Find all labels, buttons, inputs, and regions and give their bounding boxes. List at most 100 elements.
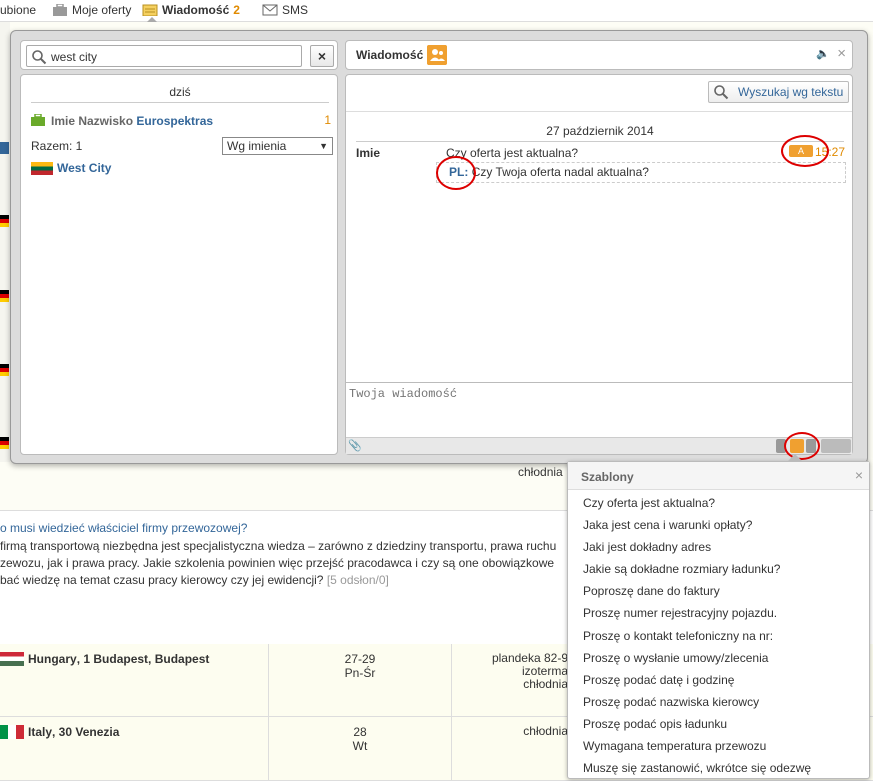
offer-country: Hungary xyxy=(28,652,77,666)
contact-item[interactable]: Imie Nazwisko Eurospektras 1 xyxy=(31,113,331,129)
template-item[interactable]: Muszę się zastanowić, wkrótce się odezwę xyxy=(568,757,869,779)
template-item[interactable]: Proszę numer rejestracyjny pojazdu. xyxy=(568,602,869,624)
tab-messages[interactable]: Wiadomość 2 xyxy=(142,3,240,17)
template-item[interactable]: Wymagana temperatura przewozu xyxy=(568,735,869,757)
flag-lt-icon xyxy=(31,161,53,175)
template-item[interactable]: Jaki jest dokładny adres xyxy=(568,536,869,558)
flag-hu-icon xyxy=(0,652,24,666)
tab-sms[interactable]: SMS xyxy=(262,3,308,17)
offer-weekdays: Wt xyxy=(352,739,368,753)
column-divider xyxy=(451,717,452,780)
template-item[interactable]: Jaka jest cena i warunki opłaty? xyxy=(568,514,869,536)
offer-date: 28 Wt xyxy=(330,725,390,753)
news-text: zewozu, jak i prawa pracy. Jakie szkolen… xyxy=(0,556,555,570)
news-text: firmą transportową niezbędna jest specja… xyxy=(0,539,557,553)
template-item[interactable]: Jakie są dokładne rozmiary ładunku? xyxy=(568,558,869,580)
people-icon[interactable] xyxy=(427,45,447,65)
offer-date: 27-29 Pn-Śr xyxy=(330,652,390,680)
offer-place: Italy , 30 Venezia xyxy=(0,725,119,739)
close-chat-button[interactable]: × xyxy=(837,45,846,62)
compose-area[interactable] xyxy=(346,382,852,438)
tab-favourites[interactable]: ubione xyxy=(0,3,36,17)
tab-label: Moje oferty xyxy=(72,3,132,17)
offer-city: , 1 Budapest, Budapest xyxy=(76,652,210,666)
highlight-circle xyxy=(436,156,476,190)
contact-person: Imie Nazwisko xyxy=(51,114,134,128)
news-text-end: bać wiedzę na temat czasu pracy kierowcy… xyxy=(0,573,324,587)
total-count: Razem: 1 xyxy=(31,139,83,153)
search-icon xyxy=(714,85,729,100)
day-separator: dziś xyxy=(31,85,329,103)
sort-select[interactable]: Wg imienia ▼ xyxy=(222,137,333,155)
message-sender: Imie xyxy=(356,146,381,160)
unread-count: 1 xyxy=(324,113,331,127)
template-item[interactable]: Proszę o kontakt telefoniczny na nr: xyxy=(568,625,869,647)
templates-title: Szablony xyxy=(581,470,634,484)
template-item[interactable]: Proszę podać opis ładunku xyxy=(568,713,869,735)
template-item[interactable]: Proszę podać nazwiska kierowcy xyxy=(568,691,869,713)
dropdown-arrow-icon: ▼ xyxy=(319,141,328,151)
company-item[interactable]: West City xyxy=(31,161,111,175)
translation-box: PL: Czy Twoja oferta nadal aktualna? xyxy=(436,162,846,183)
truck-type: chłodnia xyxy=(523,677,568,691)
message-history: 27 październik 2014 Imie Czy oferta jest… xyxy=(346,111,852,381)
contact-name: Imie Nazwisko Eurospektras xyxy=(51,114,213,128)
contact-search-bar: × xyxy=(20,40,338,70)
flag-de-icon xyxy=(0,437,9,449)
messages-window: × dziś Imie Nazwisko Eurospektras 1 Raze… xyxy=(10,30,868,464)
highlight-circle xyxy=(781,135,829,167)
compose-toolbar: 📎 xyxy=(346,432,852,460)
contact-company: Eurospektras xyxy=(136,114,214,128)
offer-country: Italy xyxy=(28,725,53,739)
offer-date-range: 28 xyxy=(353,725,367,739)
offer-truck: chłodnia xyxy=(478,725,568,738)
template-item[interactable]: Proszę podać datę i godzinę xyxy=(568,669,869,691)
template-item[interactable]: Czy oferta jest aktualna? xyxy=(568,492,869,514)
background-left-column xyxy=(0,22,10,462)
column-divider xyxy=(268,717,269,780)
templates-header: Szablony × xyxy=(568,462,869,490)
news-text: bać wiedzę na temat czasu pracy kierowcy… xyxy=(0,573,389,587)
clear-search-button[interactable]: × xyxy=(310,45,334,67)
briefcase-icon xyxy=(53,4,67,16)
offer-city: , 30 Venezia xyxy=(52,725,120,739)
close-templates-button[interactable]: × xyxy=(855,467,863,483)
flag-icon xyxy=(0,142,9,154)
sound-icon[interactable]: 🔈 xyxy=(816,47,830,60)
unread-count-badge: 2 xyxy=(233,3,240,17)
flag-de-icon xyxy=(0,364,9,376)
search-icon xyxy=(32,50,47,65)
tab-my-offers[interactable]: Moje oferty xyxy=(52,3,131,17)
offer-place: Hungary , 1 Budapest, Budapest xyxy=(0,652,209,666)
chat-title: Wiadomość xyxy=(356,48,424,62)
offer-weekdays: Pn-Śr xyxy=(344,666,376,680)
send-button[interactable] xyxy=(821,439,851,453)
briefcase-icon xyxy=(31,114,45,126)
chat-header: Wiadomość 🔈 × xyxy=(345,40,853,70)
search-input[interactable] xyxy=(51,48,297,65)
chat-panel: Wyszukaj wg tekstu 27 październik 2014 I… xyxy=(345,74,853,460)
contact-list: dziś Imie Nazwisko Eurospektras 1 Razem:… xyxy=(20,74,338,455)
search-field[interactable] xyxy=(26,45,302,67)
date-separator: 27 październik 2014 xyxy=(356,124,844,142)
templates-list: Czy oferta jest aktualna? Jaka jest cena… xyxy=(568,492,869,779)
attachment-icon[interactable]: 📎 xyxy=(348,440,362,452)
search-text-button[interactable]: Wyszukaj wg tekstu xyxy=(708,81,849,103)
news-views: [5 odsłon/0] xyxy=(326,573,389,587)
sort-value: Wg imienia xyxy=(227,139,287,153)
offer-truck: plandeka 82-9 izoterma chłodnia xyxy=(478,652,568,691)
tab-label: ubione xyxy=(0,3,37,17)
tab-label: SMS xyxy=(282,3,309,17)
templates-popup: Szablony × Czy oferta jest aktualna? Jak… xyxy=(567,454,870,779)
template-item[interactable]: Proszę o wysłanie umowy/zlecenia xyxy=(568,647,869,669)
truck-type: chłodnia xyxy=(518,465,563,479)
template-item[interactable]: Poproszę dane do faktury xyxy=(568,580,869,602)
flag-de-icon xyxy=(0,215,9,227)
top-navigation: ubione Moje oferty Wiadomość 2 SMS xyxy=(0,0,873,24)
column-divider xyxy=(268,644,269,716)
column-divider xyxy=(451,644,452,716)
search-text-label: Wyszukaj wg tekstu xyxy=(738,85,844,99)
message-input[interactable] xyxy=(346,383,852,438)
flag-de-icon xyxy=(0,290,9,302)
news-title-link[interactable]: o musi wiedzieć właściciel firmy przewoz… xyxy=(0,521,247,535)
